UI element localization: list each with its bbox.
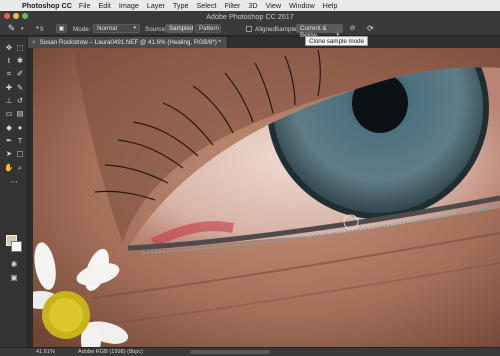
menu-view[interactable]: View (266, 1, 281, 10)
history-brush-icon[interactable]: ↺ (15, 96, 25, 106)
close-icon[interactable]: × (32, 39, 36, 46)
tooltip: Clone sample mode (305, 36, 369, 46)
hand-icon[interactable]: ✋ (4, 163, 14, 173)
ignore-adjustment-layers-icon[interactable]: ⊘ (347, 23, 358, 34)
quick-select-icon[interactable]: ✱ (15, 56, 25, 66)
menu-3d[interactable]: 3D (248, 1, 257, 10)
menu-image[interactable]: Image (119, 1, 139, 10)
source-pattern-button[interactable]: Pattern (195, 24, 221, 33)
chevron-down-icon: ▾ (133, 25, 136, 31)
document-tab-bar: × Susan Rockstrow – Laura0491.NEF @ 41.6… (28, 37, 500, 48)
gradient-icon[interactable]: ▤ (15, 109, 25, 119)
menu-type[interactable]: Type (173, 1, 189, 10)
blur-icon[interactable]: ◆ (4, 123, 14, 133)
eyedropper-icon[interactable]: ✐ (15, 69, 25, 79)
brush-icon[interactable]: ✎ (15, 83, 25, 93)
tool-preset-arrow-icon[interactable]: ▾ (21, 26, 24, 32)
background-color-swatch[interactable] (11, 241, 22, 252)
healing-brush-icon[interactable]: ✎ (6, 23, 17, 34)
pen-icon[interactable]: ✒ (4, 136, 14, 146)
type-icon[interactable]: T (15, 136, 25, 146)
dodge-icon[interactable]: ● (15, 123, 25, 133)
pressure-size-icon[interactable]: ⟳ (365, 23, 376, 34)
menu-bar: Photoshop CC File Edit Image Layer Type … (0, 0, 500, 11)
menu-edit[interactable]: Edit (99, 1, 111, 10)
menu-file[interactable]: File (79, 1, 91, 10)
status-bar: 41.61% Adobe RGB (1998) (8bpc) (0, 347, 500, 356)
window-title: Adobe Photoshop CC 2017 (206, 12, 294, 21)
menu-filter[interactable]: Filter (224, 1, 240, 10)
eraser-icon[interactable]: ▭ (4, 109, 14, 119)
shape-icon[interactable]: ▢ (15, 149, 25, 159)
mode-label: Mode: (73, 26, 91, 33)
spot-heal-icon[interactable]: ✚ (4, 83, 14, 93)
more-tools-icon[interactable]: ⋯ (9, 177, 19, 187)
lasso-icon[interactable]: ℓ (4, 56, 14, 66)
options-bar: Adobe Photoshop CC 2017 ✎ ▾ • 9 ▣ Mode: … (0, 11, 500, 39)
marquee-icon[interactable]: ⬚ (15, 43, 25, 53)
tools-panel: ✥ ⬚ ℓ ✱ ⌗ ✐ ✚ ✎ ⊥ ↺ ▭ ▤ ◆ ● ✒ T ➤ ▢ ✋ ⌕ … (0, 37, 28, 347)
menu-app-name[interactable]: Photoshop CC (22, 1, 72, 10)
document-tab-title: Susan Rockstrow – Laura0491.NEF @ 41.6% … (39, 39, 221, 46)
document-canvas[interactable] (33, 48, 500, 347)
quick-mask-icon[interactable]: ◉ (9, 259, 19, 269)
source-label: Source: (145, 26, 167, 33)
menu-help[interactable]: Help (323, 1, 338, 10)
horizontal-scrollbar[interactable] (190, 350, 270, 354)
zoom-level[interactable]: 41.61% (36, 349, 55, 355)
sample-label: Sample: (275, 26, 299, 33)
photo-eye-closeup (33, 48, 500, 347)
menu-layer[interactable]: Layer (147, 1, 165, 10)
mode-select[interactable]: Normal ▾ (93, 24, 140, 33)
path-select-icon[interactable]: ➤ (4, 149, 14, 159)
mode-value: Normal (97, 25, 117, 32)
crop-icon[interactable]: ⌗ (4, 69, 14, 79)
document-tab[interactable]: × Susan Rockstrow – Laura0491.NEF @ 41.6… (28, 37, 228, 48)
menu-select[interactable]: Select (196, 1, 216, 10)
sample-select[interactable]: Current & Below ▾ (296, 24, 343, 39)
move-icon[interactable]: ✥ (4, 43, 14, 53)
zoom-icon[interactable]: ⌕ (15, 163, 25, 173)
document-profile[interactable]: Adobe RGB (1998) (8bpc) (78, 349, 143, 355)
aligned-checkbox[interactable] (246, 26, 252, 32)
source-sampled-button[interactable]: Sampled (165, 24, 193, 33)
menu-window[interactable]: Window (289, 1, 315, 10)
screen-mode-icon[interactable]: ▣ (9, 273, 19, 283)
brush-panel-toggle[interactable]: ▣ (56, 24, 67, 33)
clone-stamp-icon[interactable]: ⊥ (4, 96, 14, 106)
brush-size[interactable]: 9 (40, 26, 44, 33)
aligned-label: Aligned (255, 26, 277, 33)
